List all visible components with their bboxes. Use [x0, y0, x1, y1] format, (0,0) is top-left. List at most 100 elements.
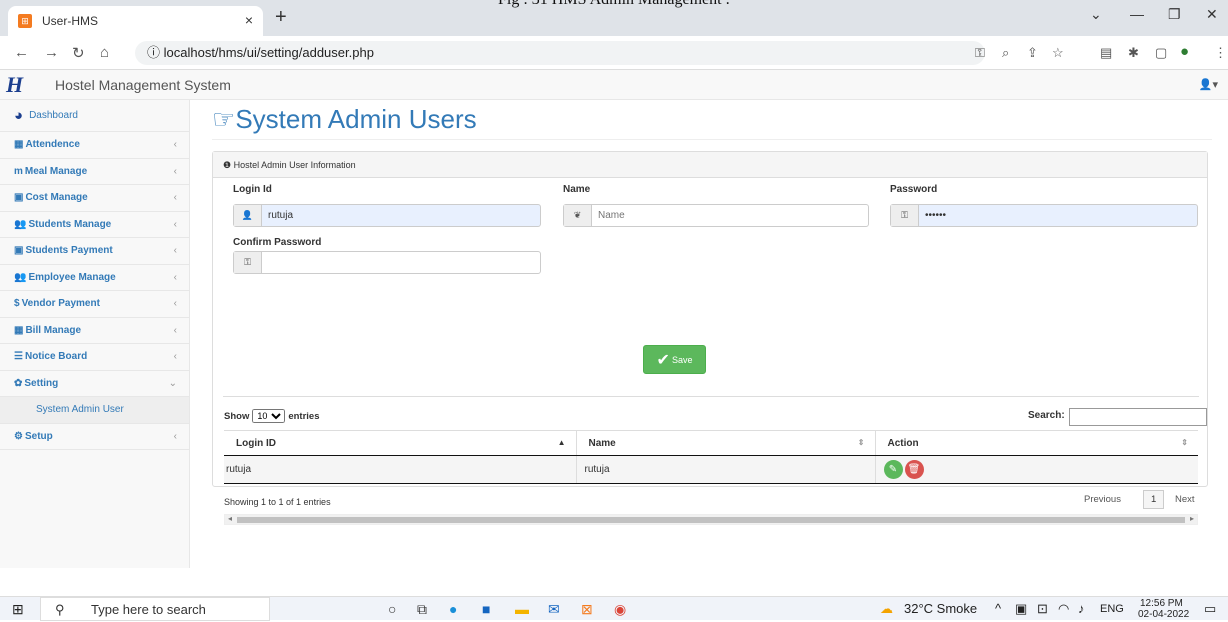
tab-close-icon[interactable]: ×	[245, 12, 253, 28]
sidepanel-icon[interactable]: ▢	[1155, 45, 1167, 61]
notification-icon[interactable]: ▭	[1204, 601, 1216, 617]
book-icon: ▦	[14, 139, 24, 151]
cell-login-id: rutuja	[224, 455, 576, 484]
brand-title[interactable]: Hostel Management System	[55, 77, 231, 93]
sort-icon: ⇕	[1181, 438, 1188, 447]
table-search-input[interactable]	[1069, 408, 1207, 426]
sidebar-item-system-admin-user[interactable]: System Admin User	[0, 397, 189, 424]
confirm-password-input[interactable]	[262, 252, 540, 273]
sidebar-item-dashboard[interactable]: ◕ Dashboard	[0, 100, 189, 132]
tray-app-icon[interactable]: ▣	[1015, 601, 1027, 617]
sidebar-item-employee-manage[interactable]: 👥 Employee Manage ‹	[0, 265, 189, 291]
money-icon: ▣	[14, 192, 24, 204]
new-tab-icon[interactable]: +	[275, 6, 287, 29]
dashboard-icon: ◕	[14, 107, 24, 124]
cogs-icon: ⚙	[14, 430, 23, 442]
info-icon[interactable]: ⓘ	[147, 45, 164, 60]
search-icon: ⚲	[55, 602, 65, 617]
reload-icon[interactable]: ↻	[72, 44, 85, 62]
sidebar-item-vendor-payment[interactable]: $ Vendor Payment ‹	[0, 291, 189, 318]
sidebar: ◕ Dashboard ▦ Attendence ‹ m Meal Manage ‹ ▣ Cost…	[0, 100, 190, 568]
home-icon[interactable]: ⌂	[100, 44, 109, 61]
sidebar-item-label: Attendence	[25, 139, 80, 151]
name-input[interactable]	[592, 205, 868, 226]
horizontal-scrollbar[interactable]: ◂ ▸	[224, 514, 1198, 525]
sidebar-item-cost-manage[interactable]: ▣ Cost Manage ‹	[0, 185, 189, 212]
mail-icon[interactable]: ✉	[548, 601, 560, 618]
show-hidden-icon[interactable]: ^	[995, 601, 1001, 616]
users-icon: 👥	[14, 218, 27, 230]
extension-icon[interactable]: ▤	[1100, 45, 1112, 61]
sidebar-item-students-payment[interactable]: ▣ Students Payment ‹	[0, 238, 189, 265]
delete-icon[interactable]: 🗑	[904, 460, 924, 479]
password-input[interactable]	[919, 205, 1197, 226]
gear-icon: ✿	[14, 377, 23, 389]
sidebar-item-label: Meal Manage	[24, 165, 88, 177]
sidebar-item-notice-board[interactable]: ☰ Notice Board ‹	[0, 344, 189, 371]
bookmark-star-icon[interactable]: ☆	[1052, 45, 1064, 61]
next-page-link[interactable]: Next	[1175, 494, 1195, 505]
xampp-icon[interactable]: ⊠	[581, 601, 593, 618]
store-icon[interactable]: ■	[482, 601, 490, 617]
sidebar-item-students-manage[interactable]: 👥 Students Manage ‹	[0, 212, 189, 238]
page-1-link[interactable]: 1	[1143, 490, 1165, 509]
cortana-icon[interactable]: ○	[388, 601, 396, 617]
save-button[interactable]: ✔ Save	[643, 345, 706, 374]
sort-asc-icon: ▲	[557, 438, 566, 447]
login-id-input[interactable]	[262, 205, 540, 226]
sidebar-item-attendence[interactable]: ▦ Attendence ‹	[0, 132, 189, 159]
sidebar-item-meal-manage[interactable]: m Meal Manage ‹	[0, 159, 189, 185]
weather-icon[interactable]: ☁	[880, 601, 893, 617]
cell-name: rutuja	[575, 455, 875, 484]
column-header-name[interactable]: Name ⇕	[575, 430, 875, 456]
key-icon: ⚿	[891, 205, 919, 226]
clock-date[interactable]: 02-04-2022	[1138, 609, 1189, 620]
language-indicator[interactable]: ENG	[1100, 603, 1124, 615]
scrollbar-thumb[interactable]	[237, 517, 1185, 523]
key-icon[interactable]: ⚿	[975, 45, 985, 61]
column-header-login-id[interactable]: Login ID ▲	[224, 430, 576, 456]
puzzle-icon[interactable]: ✱	[1128, 45, 1139, 61]
column-header-action[interactable]: Action ⇕	[874, 430, 1198, 456]
tray-app-icon[interactable]: ⊡	[1037, 601, 1048, 617]
zoom-icon[interactable]: ⌕	[1002, 45, 1009, 61]
sidebar-item-bill-manage[interactable]: ▦ Bill Manage ‹	[0, 318, 189, 344]
file-explorer-icon[interactable]: ▬	[515, 601, 529, 617]
edge-icon[interactable]: ●	[449, 601, 457, 617]
sidebar-item-label: Students Payment	[25, 245, 113, 257]
search-label: Search:	[1028, 410, 1065, 421]
chrome-icon[interactable]: ◉	[614, 601, 626, 618]
forward-icon[interactable]: →	[44, 44, 59, 61]
previous-page-link[interactable]: Previous	[1084, 494, 1121, 505]
check-icon: ✔	[656, 351, 670, 369]
back-icon[interactable]: ←	[14, 44, 29, 61]
weather-text[interactable]: 32°C Smoke	[904, 601, 977, 616]
task-view-icon[interactable]: ⧉	[417, 601, 427, 618]
clock-time[interactable]: 12:56 PM	[1140, 598, 1183, 609]
scroll-left-icon[interactable]: ◂	[228, 514, 232, 523]
menu-icon[interactable]: ⋮	[1214, 45, 1227, 61]
sidebar-item-setup[interactable]: ⚙ Setup ‹	[0, 424, 189, 450]
edit-icon[interactable]: ✎	[883, 460, 903, 479]
taskbar-search[interactable]: ⚲ Type here to search	[40, 597, 270, 621]
page-size-select[interactable]: 10	[252, 409, 286, 423]
sidebar-item-label: System Admin User	[36, 404, 124, 416]
chevron-icon: ‹	[173, 139, 177, 150]
windows-start-icon[interactable]: ⊞	[12, 601, 24, 618]
sidebar-item-setting[interactable]: ✿ Setting ⌄	[0, 371, 189, 397]
leaf-icon: ❦	[564, 205, 592, 226]
address-bar[interactable]: ⓘ localhost/hms/ui/setting/adduser.php	[135, 41, 985, 65]
chevron-icon: ‹	[173, 271, 177, 283]
chevron-icon: ‹	[173, 430, 177, 442]
wifi-icon[interactable]: ◠	[1058, 601, 1069, 617]
share-icon[interactable]: ⇪	[1027, 45, 1038, 61]
chevron-icon: ‹	[173, 192, 177, 203]
browser-tab[interactable]: ⊞ User-HMS ×	[8, 6, 263, 36]
sidebar-item-label: Dashboard	[29, 110, 78, 121]
profile-avatar-icon[interactable]: ●	[1180, 43, 1189, 60]
panel-heading: ❶ Hostel Admin User Information	[213, 152, 1207, 178]
user-menu-icon[interactable]: 👤▾	[1199, 78, 1218, 91]
volume-icon[interactable]: ♪	[1078, 601, 1085, 616]
scroll-right-icon[interactable]: ▸	[1190, 514, 1194, 523]
divider	[223, 396, 1199, 397]
